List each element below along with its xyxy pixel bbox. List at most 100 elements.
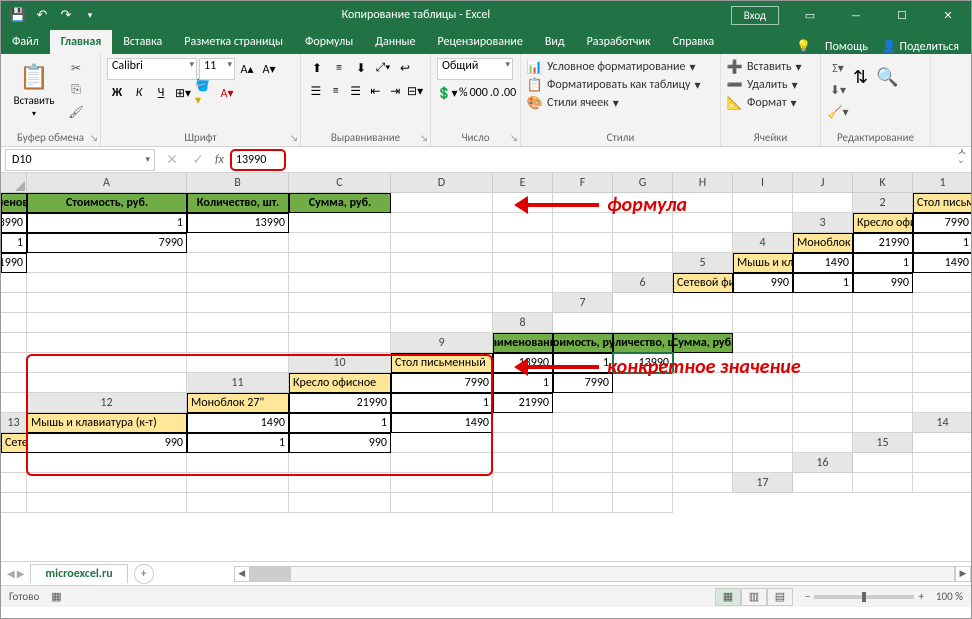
tab-view[interactable]: Вид bbox=[534, 30, 576, 54]
empty-cell[interactable] bbox=[613, 493, 673, 513]
table-cell-name[interactable]: Кресло офисное bbox=[289, 373, 391, 393]
table-cell-qty[interactable]: 1 bbox=[187, 433, 289, 453]
zoom-level[interactable]: 100 % bbox=[936, 590, 963, 603]
empty-cell[interactable] bbox=[853, 333, 913, 353]
table-header-cell[interactable]: Количество, шт. bbox=[187, 193, 289, 213]
empty-cell[interactable] bbox=[553, 473, 613, 493]
empty-cell[interactable] bbox=[913, 433, 971, 453]
empty-cell[interactable] bbox=[187, 333, 289, 353]
empty-cell[interactable] bbox=[853, 293, 913, 313]
sort-filter-icon[interactable]: ⇅ bbox=[853, 66, 868, 88]
fill-icon[interactable]: ⬇▾ bbox=[827, 80, 849, 100]
table-cell-sum[interactable]: 1490 bbox=[391, 413, 493, 433]
table-cell-qty[interactable]: 1 bbox=[289, 413, 391, 433]
empty-cell[interactable] bbox=[613, 313, 673, 333]
tab-formulas[interactable]: Формулы bbox=[294, 30, 364, 54]
table-cell-cost[interactable]: 990 bbox=[733, 273, 793, 293]
empty-cell[interactable] bbox=[553, 393, 613, 413]
empty-cell[interactable] bbox=[913, 353, 971, 373]
alignment-launcher-icon[interactable]: ↘ bbox=[420, 133, 428, 144]
empty-cell[interactable] bbox=[289, 493, 391, 513]
horizontal-scrollbar[interactable] bbox=[250, 566, 955, 582]
number-format-select[interactable]: Общий bbox=[437, 58, 513, 80]
row-header[interactable]: 6 bbox=[613, 273, 673, 293]
page-layout-view-icon[interactable]: ▥ bbox=[741, 588, 767, 606]
table-cell-name[interactable]: Сетевой фильтр bbox=[1, 433, 27, 453]
empty-cell[interactable] bbox=[27, 313, 187, 333]
border-icon[interactable]: ⊞▾ bbox=[173, 83, 193, 103]
empty-cell[interactable] bbox=[493, 493, 553, 513]
empty-cell[interactable] bbox=[27, 473, 187, 493]
table-cell-qty[interactable]: 1 bbox=[1, 233, 27, 253]
empty-cell[interactable] bbox=[733, 193, 793, 213]
empty-cell[interactable] bbox=[1, 373, 27, 393]
row-header[interactable]: 1 bbox=[913, 173, 971, 193]
format-as-table-button[interactable]: 📋Форматировать как таблицу▾ bbox=[527, 76, 714, 94]
table-header-cell[interactable]: Наименование bbox=[1, 193, 27, 213]
qat-customize-icon[interactable]: ▾ bbox=[79, 4, 101, 26]
fill-color-icon[interactable]: 🪣▾ bbox=[195, 83, 215, 103]
empty-cell[interactable] bbox=[553, 493, 613, 513]
empty-cell[interactable] bbox=[553, 273, 613, 293]
empty-cell[interactable] bbox=[391, 433, 493, 453]
account-button[interactable]: Вход bbox=[731, 6, 779, 25]
sheet-nav-prev-icon[interactable]: ◀ bbox=[7, 567, 15, 580]
empty-cell[interactable] bbox=[733, 293, 793, 313]
font-launcher-icon[interactable]: ↘ bbox=[290, 133, 298, 144]
tab-data[interactable]: Данные bbox=[364, 30, 426, 54]
add-sheet-icon[interactable]: + bbox=[134, 564, 154, 584]
empty-cell[interactable] bbox=[27, 493, 187, 513]
empty-cell[interactable] bbox=[853, 453, 913, 473]
empty-cell[interactable] bbox=[853, 373, 913, 393]
empty-cell[interactable] bbox=[673, 453, 733, 473]
empty-cell[interactable] bbox=[493, 433, 553, 453]
column-header[interactable]: B bbox=[187, 173, 289, 193]
table-cell-qty[interactable]: 1 bbox=[27, 213, 187, 233]
empty-cell[interactable] bbox=[187, 453, 289, 473]
empty-cell[interactable] bbox=[187, 313, 289, 333]
fx-icon[interactable]: fx bbox=[211, 153, 228, 167]
empty-cell[interactable] bbox=[289, 313, 391, 333]
decrease-decimal-icon[interactable]: .00 bbox=[501, 83, 516, 103]
clipboard-launcher-icon[interactable]: ↘ bbox=[90, 133, 98, 144]
column-header[interactable]: J bbox=[793, 173, 853, 193]
empty-cell[interactable] bbox=[187, 473, 289, 493]
tab-help[interactable]: Справка bbox=[662, 30, 726, 54]
empty-cell[interactable] bbox=[613, 233, 673, 253]
merge-icon[interactable]: ⊟▾ bbox=[406, 81, 424, 101]
empty-cell[interactable] bbox=[673, 413, 733, 433]
table-cell-name[interactable]: Мышь и клавиатура (к-т) bbox=[733, 253, 793, 273]
table-header-cell[interactable]: Сумма, руб. bbox=[673, 333, 733, 353]
empty-cell[interactable] bbox=[553, 313, 613, 333]
empty-cell[interactable] bbox=[27, 293, 187, 313]
bold-button[interactable]: Ж bbox=[107, 83, 127, 103]
increase-indent-icon[interactable]: ⇥ bbox=[386, 81, 404, 101]
paste-button[interactable]: 📋 Вставить ▾ bbox=[7, 58, 61, 124]
row-header[interactable]: 15 bbox=[853, 433, 913, 453]
column-header[interactable]: E bbox=[493, 173, 553, 193]
cut-icon[interactable]: ✂ bbox=[65, 58, 87, 78]
empty-cell[interactable] bbox=[391, 273, 493, 293]
row-header[interactable]: 12 bbox=[27, 393, 187, 413]
currency-icon[interactable]: 💲▾ bbox=[437, 83, 457, 103]
empty-cell[interactable] bbox=[913, 333, 971, 353]
align-top-icon[interactable]: ⬆ bbox=[307, 58, 327, 78]
row-header[interactable]: 8 bbox=[493, 313, 553, 333]
empty-cell[interactable] bbox=[289, 273, 391, 293]
table-cell-sum[interactable]: 1490 bbox=[913, 253, 971, 273]
empty-cell[interactable] bbox=[613, 453, 673, 473]
font-name-select[interactable]: Calibri bbox=[107, 58, 197, 80]
sheet-tab[interactable]: microexcel.ru bbox=[30, 564, 127, 583]
save-icon[interactable]: 💾 bbox=[7, 4, 29, 26]
empty-cell[interactable] bbox=[1, 493, 27, 513]
empty-cell[interactable] bbox=[793, 193, 853, 213]
empty-cell[interactable] bbox=[853, 473, 913, 493]
underline-button[interactable]: Ч bbox=[151, 83, 171, 103]
zoom-slider[interactable] bbox=[814, 595, 914, 599]
empty-cell[interactable] bbox=[1, 273, 27, 293]
row-header[interactable]: 10 bbox=[289, 353, 391, 373]
table-cell-cost[interactable]: 7990 bbox=[913, 213, 971, 233]
empty-cell[interactable] bbox=[673, 393, 733, 413]
empty-cell[interactable] bbox=[493, 213, 553, 233]
empty-cell[interactable] bbox=[493, 293, 553, 313]
